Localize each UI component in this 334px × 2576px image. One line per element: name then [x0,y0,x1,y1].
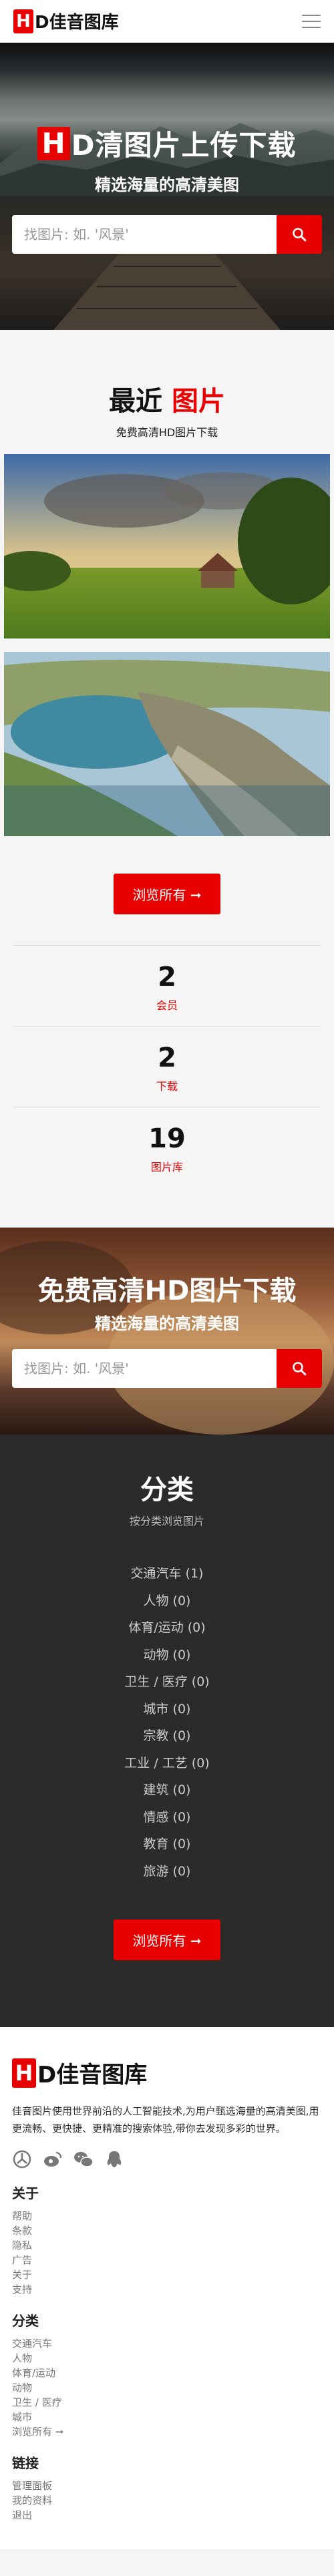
footer-link-terms[interactable]: 条款 [12,2223,322,2238]
category-item[interactable]: 体育/运动 (0) [0,1614,334,1642]
stat-galleries: 19 图片库 [13,1107,321,1187]
stat-downloads: 2 下载 [13,1026,321,1107]
hero-subtitle: 精选海量的高清美图 [95,176,239,194]
logo-text: D佳音图库 [35,13,119,33]
footer-link-help[interactable]: 帮助 [12,2209,322,2223]
recent-title-red: 图片 [171,386,225,417]
site-logo[interactable]: H D佳音图库 [13,9,119,33]
footer-logo[interactable]: H D佳音图库 [12,2056,322,2089]
hero-title: H D清图片上传下载 [0,123,334,164]
stat-members: 2 会员 [13,945,321,1026]
download-banner: 免费高清HD图片下载 精选海量的高清美图 [0,1228,334,1435]
category-item[interactable]: 人物 (0) [0,1588,334,1615]
categories-subtitle: 按分类浏览图片 [129,1515,204,1527]
hero-title-text: D清图片上传下载 [71,129,297,162]
footer-link-logout[interactable]: 退出 [12,2508,322,2523]
footer-description: 佳音图片使用世界前沿的人工智能技术,为用户甄选海量的高清美图,用更流畅、更快捷、… [12,2105,319,2135]
category-item[interactable]: 动物 (0) [0,1642,334,1669]
footer-account-links: 管理面板 我的资料 退出 [12,2478,322,2523]
stat-number: 2 [158,1043,176,1073]
footer-link-support[interactable]: 支持 [12,2282,322,2297]
banner-subtitle: 精选海量的高清美图 [95,1314,239,1333]
categories-section: 分类 按分类浏览图片 交通汽车 (1) 人物 (0) 体育/运动 (0) 动物 … [0,1435,334,2027]
hero-search-form [12,215,322,254]
footer-category-link[interactable]: 交通汽车 [12,2336,322,2351]
recent-subtitle: 免费高清HD图片下载 [116,426,218,439]
category-item[interactable]: 交通汽车 (1) [0,1560,334,1588]
footer-links-title: 链接 [12,2455,39,2471]
category-item[interactable]: 工业 / 工艺 (0) [0,1750,334,1777]
footer-browse-all-link[interactable]: 浏览所有 ➞ [12,2424,322,2439]
recent-title: 最近 图片 [0,379,334,418]
search-icon [293,228,307,242]
recent-photo-house[interactable] [4,454,330,638]
footer-category-title: 分类 [12,2313,39,2329]
categories-title: 分类 [140,1475,194,1505]
stats-list: 2 会员 2 下载 19 图片库 [13,945,321,1187]
footer-link-ads[interactable]: 广告 [12,2253,322,2267]
qq-penguin-icon[interactable] [104,2149,124,2169]
search-icon [293,1362,307,1376]
footer-category-link[interactable]: 人物 [12,2351,322,2366]
stat-label: 下载 [156,1080,178,1093]
banner-search-button[interactable] [277,1349,322,1388]
hero-title-highlight: H [37,126,70,160]
hero-banner: H D清图片上传下载 精选海量的高清美图 [0,43,334,330]
category-item[interactable]: 卫生 / 医疗 (0) [0,1668,334,1696]
footer-logo-text: D佳音图库 [37,2062,148,2088]
banner-title: 免费高清HD图片下载 [37,1276,297,1306]
page-bottom-spacer [0,2549,334,2567]
hero-search-input[interactable] [12,215,277,254]
logo-mark: H [13,9,33,33]
footer-link-admin[interactable]: 管理面板 [12,2478,322,2493]
weibo-icon[interactable] [43,2149,63,2169]
hero-text: H D清图片上传下载 精选海量的高清美图 [0,123,334,195]
footer-category-link[interactable]: 城市 [12,2410,322,2424]
category-item[interactable]: 建筑 (0) [0,1777,334,1804]
menu-icon[interactable] [302,14,321,28]
stat-number: 2 [158,962,176,992]
category-item[interactable]: 情感 (0) [0,1804,334,1831]
footer-link-about[interactable]: 关于 [12,2267,322,2282]
category-item[interactable]: 宗教 (0) [0,1722,334,1750]
qq-icon[interactable] [12,2149,32,2169]
wechat-icon[interactable] [73,2149,94,2169]
stat-label: 图片库 [150,1161,183,1173]
categories-browse-all-button[interactable]: 浏览所有 ➞ [114,1919,220,1960]
site-footer: H D佳音图库 佳音图片使用世界前沿的人工智能技术,为用户甄选海量的高清美图,用… [0,2027,334,2549]
category-item[interactable]: 教育 (0) [0,1831,334,1858]
top-header: H D佳音图库 [0,0,334,43]
recent-browse-all-button[interactable]: 浏览所有 ➞ [114,874,220,914]
stat-number: 19 [148,1123,186,1154]
footer-about-title: 关于 [12,2185,39,2201]
category-item[interactable]: 城市 (0) [0,1696,334,1723]
banner-search-input[interactable] [12,1349,277,1388]
category-item[interactable]: 旅游 (0) [0,1858,334,1885]
footer-logo-mark: H [12,2058,36,2088]
footer-link-profile[interactable]: 我的资料 [12,2493,322,2508]
footer-about-links: 帮助 条款 隐私 广告 关于 支持 [12,2209,322,2297]
recent-images-section: 最近 图片 免费高清HD图片下载 浏览所有 ➞ 2 会员 2 下载 19 图片库 [0,330,334,1228]
category-list: 交通汽车 (1) 人物 (0) 体育/运动 (0) 动物 (0) 卫生 / 医疗… [0,1560,334,1885]
recent-title-black: 最近 [109,386,163,417]
house-landscape-image [4,454,330,638]
coast-landscape-image [4,652,330,836]
recent-photo-coast[interactable] [4,652,330,836]
footer-category-link[interactable]: 卫生 / 医疗 [12,2395,322,2410]
social-links [12,2149,322,2169]
footer-category-link[interactable]: 动物 [12,2380,322,2395]
stat-label: 会员 [156,999,178,1012]
footer-category-link[interactable]: 体育/运动 [12,2366,322,2380]
footer-category-links: 交通汽车 人物 体育/运动 动物 卫生 / 医疗 城市 浏览所有 ➞ [12,2336,322,2439]
footer-link-privacy[interactable]: 隐私 [12,2238,322,2253]
hero-search-button[interactable] [277,215,322,254]
banner-search-form [12,1349,322,1388]
